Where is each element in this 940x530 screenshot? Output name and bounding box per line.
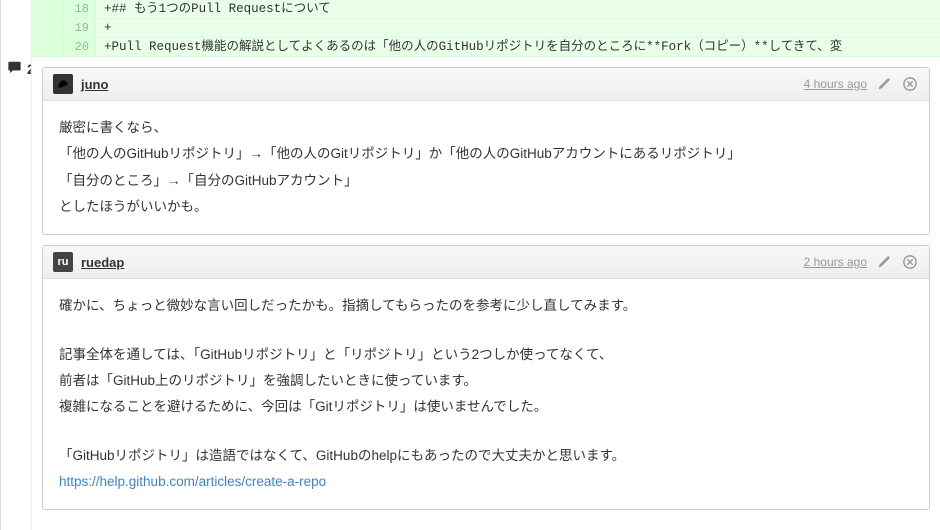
comment-text-line: 前者は「GitHub上のリポジトリ」を強調したいときに使っています。 — [59, 368, 913, 394]
code-line: +Pull Request機能の解説としてよくあるのは「他の人のGitHubリポ… — [96, 38, 940, 56]
comment: juno 4 hours ago 厳密に書くなら、 「他の人のGitHubリポジ… — [42, 67, 930, 235]
comment-text-line: 「自分のところ」→「自分のGitHubアカウント」 — [59, 168, 913, 194]
comment: ru ruedap 2 hours ago 確かに、ちょっと微妙な言い回しだった… — [42, 245, 930, 510]
comment-text-line: 記事全体を通しては、「GitHubリポジトリ」と「リポジトリ」という2つしか使っ… — [59, 342, 913, 368]
comment-text-line: 「他の人のGitHubリポジトリ」→「他の人のGitリポジトリ」か「他の人のGi… — [59, 141, 913, 167]
diff-row[interactable]: 18 +## もう1つのPull Requestについて — [32, 0, 940, 19]
comment-timestamp[interactable]: 2 hours ago — [804, 255, 867, 269]
comment-header: ru ruedap 2 hours ago — [43, 246, 929, 279]
comment-count-badge: 2 — [7, 60, 31, 77]
pencil-icon[interactable] — [875, 75, 893, 93]
diff-row[interactable]: 20 +Pull Request機能の解説としてよくあるのは「他の人のGitHu… — [32, 38, 940, 57]
line-number-old — [32, 19, 64, 37]
diff-row[interactable]: 19 + — [32, 19, 940, 38]
comment-text-line: 「GitHubリポジトリ」は造語ではなくて、GitHubのhelpにもあったので… — [59, 443, 913, 469]
comment-body: 厳密に書くなら、 「他の人のGitHubリポジトリ」→「他の人のGitリポジトリ… — [43, 101, 929, 234]
line-number-new: 19 — [64, 19, 96, 37]
comment-author-link[interactable]: ruedap — [81, 255, 124, 270]
comment-timestamp[interactable]: 4 hours ago — [804, 77, 867, 91]
comment-body: 確かに、ちょっと微妙な言い回しだったかも。指摘してもらったのを参考に少し直してみ… — [43, 279, 929, 509]
inline-comments: juno 4 hours ago 厳密に書くなら、 「他の人のGitHubリポジ… — [32, 57, 940, 530]
line-number-old — [32, 38, 64, 56]
comment-text-line: 厳密に書くなら、 — [59, 115, 913, 141]
close-icon[interactable] — [901, 253, 919, 271]
close-icon[interactable] — [901, 75, 919, 93]
comment-header: juno 4 hours ago — [43, 68, 929, 101]
line-number-new: 18 — [64, 0, 96, 18]
speech-bubble-icon — [7, 60, 22, 77]
avatar[interactable] — [53, 74, 73, 94]
code-line: + — [96, 19, 940, 37]
comment-link[interactable]: https://help.github.com/articles/create-… — [59, 474, 326, 489]
comment-text-line: 確かに、ちょっと微妙な言い回しだったかも。指摘してもらったのを参考に少し直してみ… — [59, 293, 913, 319]
pencil-icon[interactable] — [875, 253, 893, 271]
code-line: +## もう1つのPull Requestについて — [96, 0, 940, 18]
diff-panel: 18 +## もう1つのPull Requestについて 19 + 20 +Pu… — [31, 0, 940, 530]
line-number-new: 20 — [64, 38, 96, 56]
comment-text-line: 複雑になることを避けるために、今回は「Gitリポジトリ」は使いませんでした。 — [59, 394, 913, 420]
gutter: 2 — [1, 0, 31, 530]
line-number-old — [32, 0, 64, 18]
avatar[interactable]: ru — [53, 252, 73, 272]
comment-text-line: としたほうがいいかも。 — [59, 194, 913, 220]
comment-author-link[interactable]: juno — [81, 77, 108, 92]
